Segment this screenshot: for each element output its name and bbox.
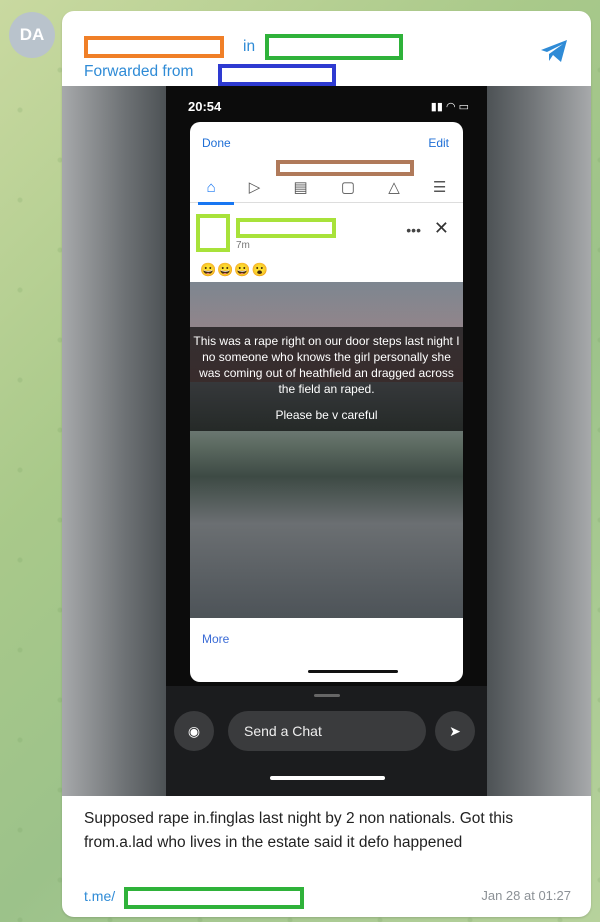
screenshot-media[interactable]: 20:54 ▮▮ ◠ ▭ Done Edit ⌂ ▷ ▤ ▢ △ ☰ 7m ••… — [62, 86, 591, 796]
send-arrow-icon[interactable]: ➤ — [435, 711, 475, 751]
blurred-edge-left — [62, 86, 166, 796]
message-link[interactable]: t.me/ — [84, 888, 115, 904]
edit-button[interactable]: Edit — [428, 136, 449, 150]
caption-text: This was a rape right on our door steps … — [193, 334, 460, 396]
facebook-tab-bar: ⌂ ▷ ▤ ▢ △ ☰ — [190, 172, 463, 203]
message-timestamp: Jan 28 at 01:27 — [481, 888, 571, 903]
more-link[interactable]: More — [202, 632, 229, 646]
sender-avatar[interactable]: DA — [9, 12, 55, 58]
in-label: in — [243, 38, 256, 55]
menu-icon[interactable]: ☰ — [433, 178, 446, 196]
message-bubble: in Forwarded from 20:54 ▮▮ ◠ ▭ Done Edit… — [62, 11, 591, 917]
camera-icon[interactable]: ◉ — [174, 711, 214, 751]
forwarded-from-label: Forwarded from — [84, 63, 194, 80]
redacted-profile-picture — [196, 214, 230, 252]
facebook-card: Done Edit ⌂ ▷ ▤ ▢ △ ☰ 7m ••• ✕ 😀😀😀😮 This… — [190, 122, 463, 682]
redacted-channel-name — [265, 34, 403, 60]
home-icon[interactable]: ⌂ — [207, 179, 216, 196]
active-tab-indicator — [198, 202, 234, 205]
groups-icon[interactable]: ▢ — [341, 178, 355, 196]
more-options-icon[interactable]: ••• — [406, 222, 421, 238]
redacted-profile-name — [236, 218, 336, 238]
done-button[interactable]: Done — [202, 136, 231, 150]
blurred-edge-right — [487, 86, 591, 796]
card-handle — [308, 670, 398, 673]
telegram-share-icon[interactable] — [539, 38, 569, 64]
redacted-forward-source — [218, 64, 336, 86]
message-text: Supposed rape in.finglas last night by 2… — [84, 810, 514, 851]
status-time: 20:54 — [188, 99, 222, 114]
marketplace-icon[interactable]: ▤ — [294, 178, 308, 196]
photo-caption: This was a rape right on our door steps … — [190, 327, 463, 431]
post-time: 7m — [236, 240, 250, 251]
caption-warning: Please be v careful — [275, 408, 378, 422]
phone-screenshot: 20:54 ▮▮ ◠ ▭ Done Edit ⌂ ▷ ▤ ▢ △ ☰ 7m ••… — [166, 86, 487, 796]
status-icons: ▮▮ ◠ ▭ — [430, 101, 469, 113]
bell-icon[interactable]: △ — [388, 178, 400, 196]
message-header: in Forwarded from — [84, 21, 571, 86]
redacted-link — [124, 887, 304, 909]
post-emoji: 😀😀😀😮 — [200, 262, 269, 277]
home-indicator — [270, 776, 385, 780]
close-icon[interactable]: ✕ — [434, 218, 449, 239]
redacted-sender-name — [84, 36, 224, 58]
video-icon[interactable]: ▷ — [249, 178, 261, 196]
chat-grip — [314, 694, 340, 697]
snapchat-chat-bar: ◉ Send a Chat ➤ — [166, 686, 487, 796]
send-chat-input[interactable]: Send a Chat — [228, 711, 426, 751]
